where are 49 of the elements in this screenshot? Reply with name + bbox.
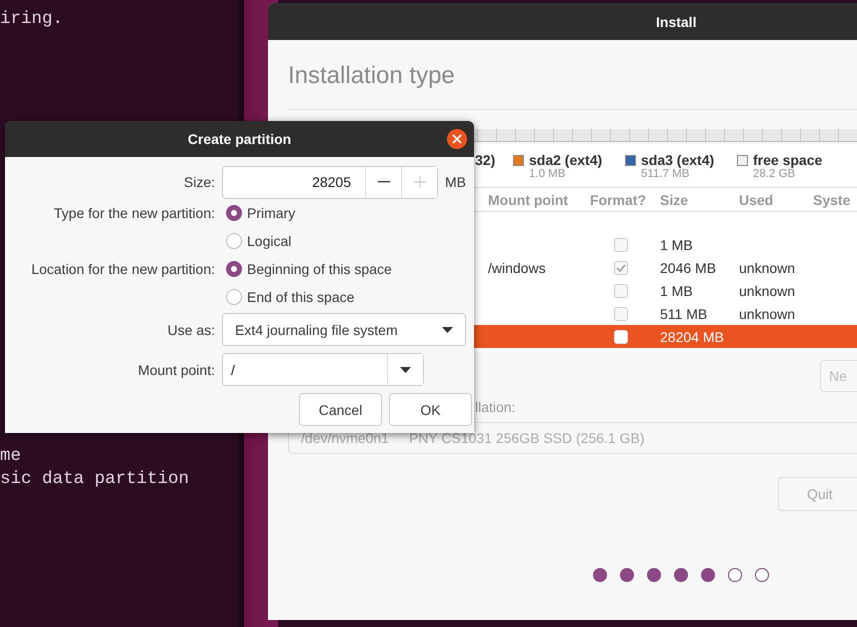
legend-label: 32): [475, 152, 496, 168]
dialog-title: Create partition: [188, 131, 292, 147]
radio-option[interactable]: Beginning of this space: [222, 255, 474, 283]
terminal-text: sic data partition: [0, 468, 190, 491]
table-cell: unknown: [739, 306, 796, 322]
table-cell: 2046 MB: [660, 260, 716, 276]
table-cell: 1 MB: [660, 282, 693, 298]
size-spinbox[interactable]: 28205: [222, 166, 438, 198]
table-cell: /windows: [488, 260, 546, 276]
legend-size: 511.7 MB: [641, 168, 690, 180]
field-label: Use as:: [166, 320, 215, 340]
close-button[interactable]: [447, 129, 467, 149]
unit-label: MB: [445, 174, 466, 190]
table-cell: unknown: [739, 260, 796, 276]
format-checkbox[interactable]: [614, 284, 628, 298]
table-cell: 511 MB: [660, 306, 708, 322]
mount-point-combo[interactable]: /: [222, 353, 424, 386]
caret-icon: [442, 326, 453, 332]
table-cell: unknown: [739, 282, 796, 298]
page-heading: Installation type: [288, 62, 455, 89]
plus-icon[interactable]: [414, 176, 426, 188]
use-as-dropdown[interactable]: Ext4 journaling file system: [222, 313, 466, 346]
legend-label: sda2 (ext4): [529, 152, 602, 168]
legend-label: free space: [753, 152, 822, 168]
legend-size: 1.0 MB: [529, 168, 566, 180]
dialog-button[interactable]: Cancel: [299, 393, 382, 426]
minus-icon[interactable]: [378, 181, 390, 183]
table-cell: 28204 MB: [660, 328, 724, 344]
caret-icon: [400, 366, 411, 372]
table-cell: 1 MB: [660, 236, 693, 252]
radio-option[interactable]: Primary: [222, 199, 474, 227]
field-label: Location for the new partition:: [30, 260, 215, 279]
boot-loader-label: llation:: [475, 399, 516, 415]
field-label: Size:: [182, 173, 215, 192]
window-title: Install: [656, 14, 696, 30]
terminal-text: me: [0, 445, 22, 468]
format-checkbox[interactable]: [614, 238, 628, 252]
field-label: Mount point:: [136, 360, 215, 380]
field-label: Type for the new partition:: [52, 204, 215, 223]
legend-label: sda3 (ext4): [641, 152, 714, 168]
radio-option[interactable]: End of this space: [222, 283, 474, 311]
radio-option[interactable]: Logical: [222, 227, 474, 255]
format-checkbox[interactable]: [614, 306, 628, 320]
legend-size: 28.2 GB: [753, 168, 796, 180]
terminal-text: iring.: [0, 8, 64, 31]
close-icon: [452, 134, 462, 144]
dialog-button[interactable]: OK: [389, 393, 472, 426]
format-checkbox[interactable]: [614, 260, 628, 274]
format-checkbox[interactable]: [614, 330, 628, 344]
